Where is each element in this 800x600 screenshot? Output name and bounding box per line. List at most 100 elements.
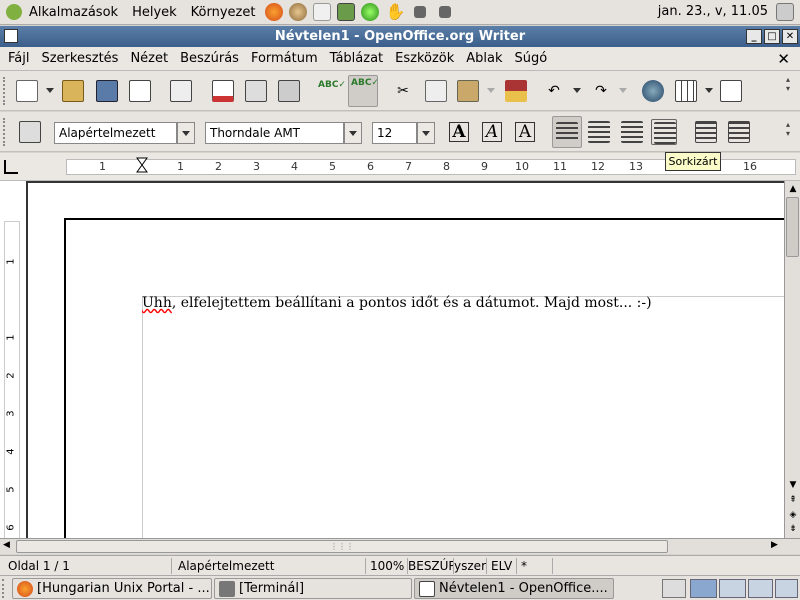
status-hyphenation[interactable]: ELV: [487, 558, 517, 574]
status-zoom[interactable]: 100%: [366, 558, 408, 574]
maximize-icon[interactable]: □: [764, 29, 780, 44]
open-folder-icon[interactable]: [60, 78, 86, 104]
undo-dropdown-arrow[interactable]: [573, 88, 581, 93]
workspace-1[interactable]: [690, 579, 717, 598]
terminal-icon[interactable]: [337, 3, 356, 21]
status-page-style[interactable]: Alapértelmezett: [174, 558, 366, 574]
new-dropdown-arrow[interactable]: [46, 88, 54, 93]
workspace-3[interactable]: [748, 579, 773, 598]
email-icon[interactable]: [127, 78, 153, 104]
bold-button[interactable]: A: [446, 121, 472, 145]
sphere-icon[interactable]: [361, 3, 380, 21]
vertical-scrollbar[interactable]: ▲ ▼ ⇞ ◈ ⇟: [784, 181, 800, 538]
clock[interactable]: jan. 23., v, 11.05: [658, 4, 768, 19]
align-center-button[interactable]: [586, 119, 612, 145]
font-size-dropdown-icon[interactable]: [417, 122, 435, 144]
menu-places[interactable]: Helyek: [125, 5, 184, 20]
menu-insert[interactable]: Beszúrás: [174, 51, 245, 66]
align-left-button[interactable]: [552, 116, 582, 148]
print-icon[interactable]: [243, 78, 269, 104]
tab-stop-selector-icon[interactable]: [4, 160, 18, 174]
table-dropdown-arrow[interactable]: [705, 88, 713, 93]
minimize-icon[interactable]: _: [746, 29, 762, 44]
next-page-icon[interactable]: ⇟: [787, 523, 799, 535]
paste-dropdown-arrow[interactable]: [487, 88, 495, 93]
navigator-icon[interactable]: [640, 78, 666, 104]
draw-functions-icon[interactable]: [718, 78, 744, 104]
menu-system[interactable]: Környezet: [184, 5, 263, 20]
close-document-icon[interactable]: ✕: [777, 50, 790, 68]
horizontal-scrollbar[interactable]: ◀ ⋮⋮⋮ ▶: [0, 538, 800, 554]
redo-icon[interactable]: ↷: [588, 78, 614, 104]
window-titlebar[interactable]: Névtelen1 - OpenOffice.org Writer _ □ ✕: [0, 26, 800, 47]
save-icon[interactable]: [94, 78, 120, 104]
font-name-select[interactable]: Thorndale AMT: [205, 122, 344, 144]
spellcheck-icon[interactable]: ABC✓: [316, 78, 346, 104]
scroll-right-icon[interactable]: ▶: [771, 540, 778, 550]
indent-marker-icon[interactable]: [136, 157, 148, 175]
scroll-up-icon[interactable]: ▲: [787, 183, 799, 195]
menu-applications[interactable]: Alkalmazások: [22, 5, 125, 20]
close-window-icon[interactable]: ✕: [782, 29, 798, 44]
task-browser[interactable]: [Hungarian Unix Portal - ...: [12, 578, 212, 599]
previous-page-icon[interactable]: ⇞: [787, 494, 799, 506]
firefox-icon[interactable]: [265, 3, 284, 21]
redo-dropdown-arrow[interactable]: [619, 88, 627, 93]
window-menu-icon[interactable]: [4, 29, 18, 43]
status-selection-mode[interactable]: Egyszer: [454, 558, 487, 574]
menu-format[interactable]: Formátum: [245, 51, 324, 66]
logout-icon[interactable]: [776, 3, 794, 21]
menu-edit[interactable]: Szerkesztés: [35, 51, 124, 66]
screen-icon[interactable]: [414, 6, 427, 18]
status-modified[interactable]: *: [517, 558, 553, 574]
scroll-down-icon[interactable]: ▼: [787, 479, 799, 491]
text-editor-icon[interactable]: [313, 3, 332, 21]
print-preview-icon[interactable]: [276, 78, 302, 104]
menu-window[interactable]: Ablak: [460, 51, 508, 66]
toolbar-scroll-icon[interactable]: ▴ ▾: [786, 120, 798, 138]
document-area[interactable]: 1 1 2 3 4 5 6: [0, 181, 800, 541]
menu-tools[interactable]: Eszközök: [389, 51, 460, 66]
table-icon[interactable]: [673, 78, 699, 104]
paragraph-style-select[interactable]: Alapértelmezett: [54, 122, 177, 144]
vertical-ruler[interactable]: 1 1 2 3 4 5 6: [4, 221, 20, 541]
paste-icon[interactable]: [455, 78, 481, 104]
menu-file[interactable]: Fájl: [2, 51, 35, 66]
numbering-icon[interactable]: [693, 119, 719, 145]
font-size-select[interactable]: 12: [372, 122, 417, 144]
toolbar-scroll-icon[interactable]: ▴ ▾: [786, 75, 798, 93]
bullets-icon[interactable]: [726, 119, 752, 145]
workspace-4[interactable]: [775, 579, 798, 598]
edit-file-icon[interactable]: [168, 78, 194, 104]
menu-view[interactable]: Nézet: [124, 51, 174, 66]
toolbar-grip[interactable]: [3, 77, 9, 105]
scroll-left-icon[interactable]: ◀: [3, 540, 10, 550]
document-text[interactable]: Uhh, elfelejtettem beállítani a pontos i…: [142, 295, 652, 311]
hand-icon[interactable]: ✋: [385, 3, 405, 21]
toolbar-grip[interactable]: [3, 118, 9, 146]
menu-table[interactable]: Táblázat: [324, 51, 389, 66]
format-paintbrush-icon[interactable]: [503, 78, 529, 104]
export-pdf-icon[interactable]: [210, 78, 236, 104]
document-page[interactable]: [64, 218, 784, 538]
italic-button[interactable]: A: [479, 121, 505, 145]
task-terminal[interactable]: [Terminál]: [214, 578, 412, 599]
task-writer[interactable]: Névtelen1 - OpenOffice....: [414, 578, 614, 599]
font-name-dropdown-icon[interactable]: [344, 122, 362, 144]
status-insert-mode[interactable]: BESZÚR: [408, 558, 454, 574]
menu-help[interactable]: Súgó: [509, 51, 554, 66]
taskbar-grip[interactable]: [2, 579, 10, 598]
workspace-2[interactable]: [719, 579, 746, 598]
gimp-icon[interactable]: [289, 3, 308, 21]
navigation-icon[interactable]: ◈: [787, 509, 799, 521]
new-document-icon[interactable]: [14, 78, 40, 104]
align-right-button[interactable]: [619, 119, 645, 145]
underline-button[interactable]: A: [512, 121, 538, 145]
paragraph-style-dropdown-icon[interactable]: [177, 122, 195, 144]
misspelled-word[interactable]: Uhh: [142, 295, 172, 311]
autospellcheck-icon[interactable]: ABC✓: [348, 75, 379, 107]
show-desktop-icon[interactable]: [662, 579, 686, 598]
horizontal-scroll-thumb[interactable]: ⋮⋮⋮: [16, 540, 668, 553]
screen-icon-2[interactable]: [439, 6, 452, 18]
status-page[interactable]: Oldal 1 / 1: [4, 558, 172, 574]
